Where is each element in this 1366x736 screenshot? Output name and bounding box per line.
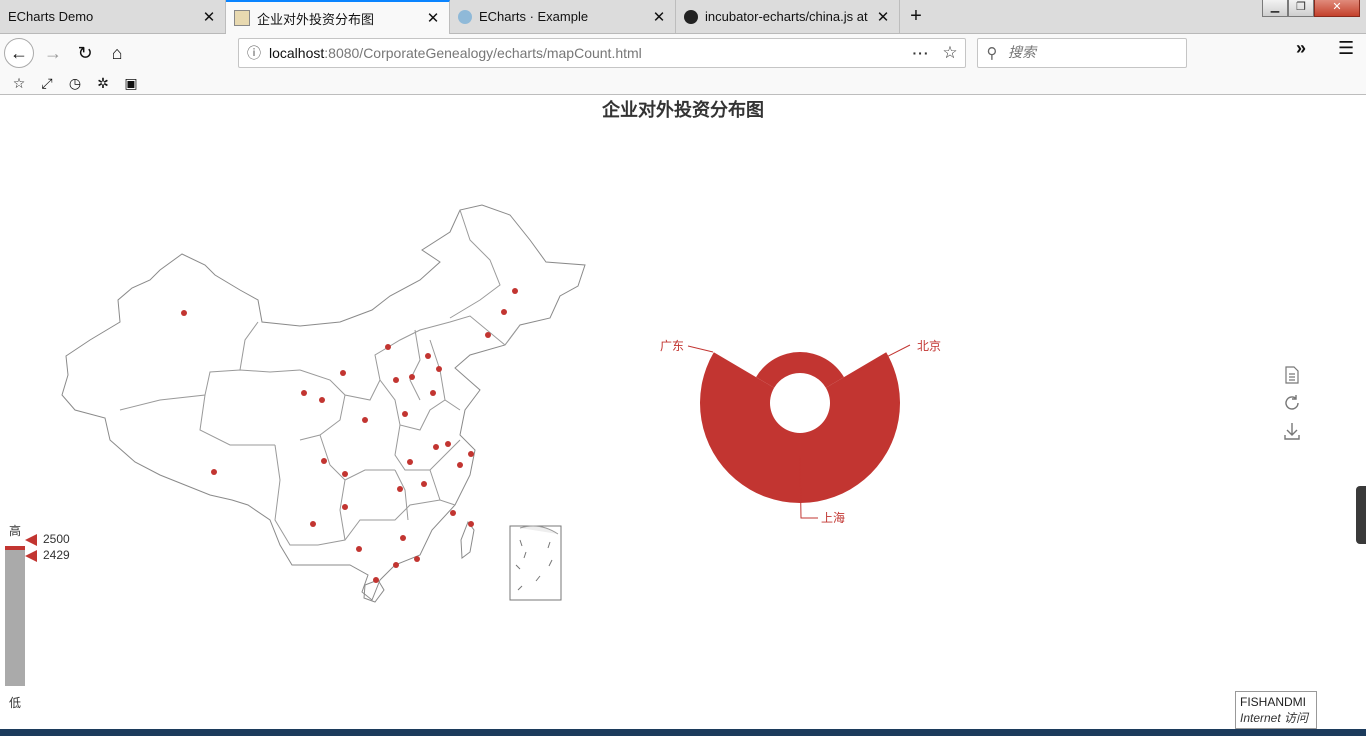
visual-map-selected-value: 2429	[43, 548, 70, 562]
visual-map-bar[interactable]	[5, 548, 25, 686]
status-line-2: Internet 访问	[1240, 711, 1309, 725]
status-line-1: FISHANDMI	[1240, 695, 1306, 709]
pie-label: 上海	[821, 510, 845, 525]
visual-map-max-value: 2500	[43, 532, 70, 546]
side-panel-handle[interactable]	[1356, 486, 1366, 544]
visual-map-high-label: 高	[9, 524, 22, 538]
os-taskbar	[0, 729, 1366, 736]
status-overlay: FISHANDMI Internet 访问	[1235, 691, 1317, 729]
visual-map-low-label: 低	[9, 696, 22, 710]
pie-label-line	[687, 345, 714, 353]
investment-rose-chart[interactable]: 北京 广东上海	[0, 0, 1366, 736]
restore-icon[interactable]	[1282, 394, 1302, 422]
visual-map-max-handle[interactable]	[25, 534, 37, 546]
pie-label: 北京	[917, 339, 941, 353]
visual-map-selected-range	[5, 546, 25, 550]
visual-map-min-handle[interactable]	[25, 550, 37, 562]
pie-label: 广东	[660, 339, 684, 353]
chart-toolbox	[1282, 366, 1302, 450]
data-view-icon[interactable]	[1282, 366, 1302, 394]
save-image-icon[interactable]	[1282, 422, 1302, 450]
